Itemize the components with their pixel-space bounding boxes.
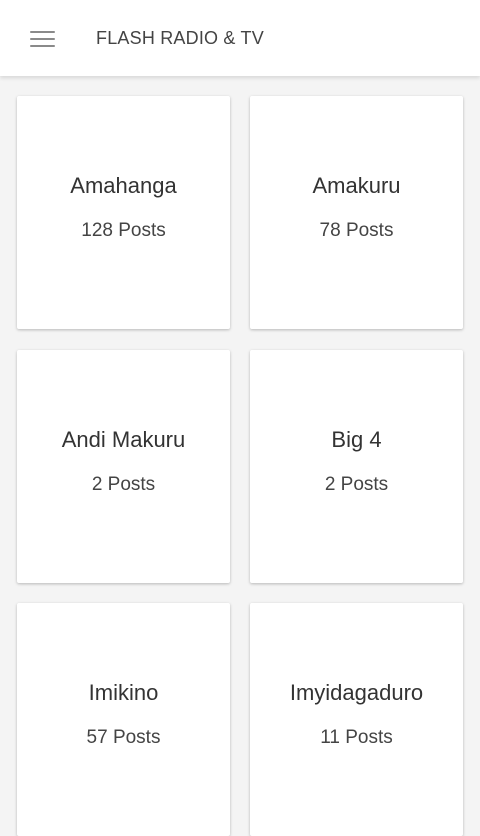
category-post-count: 11 Posts <box>320 727 393 748</box>
category-card-amakuru[interactable]: Amakuru 78 Posts <box>250 96 463 329</box>
category-card-big-4[interactable]: Big 4 2 Posts <box>250 350 463 583</box>
category-card-imikino[interactable]: Imikino 57 Posts <box>17 603 230 836</box>
category-name: Amahanga <box>70 173 177 198</box>
category-card-amahanga[interactable]: Amahanga 128 Posts <box>17 96 230 329</box>
category-post-count: 128 Posts <box>81 220 166 241</box>
category-post-count: 78 Posts <box>319 220 394 241</box>
app-bar: FLASH RADIO & TV <box>0 0 480 76</box>
category-name: Imyidagaduro <box>289 680 424 705</box>
menu-line <box>30 31 55 33</box>
menu-line <box>30 38 55 40</box>
category-post-count: 2 Posts <box>91 474 156 495</box>
category-post-count: 2 Posts <box>324 474 389 495</box>
category-name: Andi Makuru <box>61 427 186 452</box>
hamburger-menu-icon[interactable] <box>30 30 56 48</box>
app-title: FLASH RADIO & TV <box>96 28 264 48</box>
category-name: Amakuru <box>312 173 401 198</box>
category-name: Imikino <box>88 680 159 705</box>
category-post-count: 57 Posts <box>86 727 161 748</box>
menu-line <box>30 45 55 47</box>
category-card-andi-makuru[interactable]: Andi Makuru 2 Posts <box>17 350 230 583</box>
category-name: Big 4 <box>331 427 382 452</box>
category-grid: Amahanga 128 Posts Amakuru 78 Posts Andi… <box>0 0 480 836</box>
category-card-imyidagaduro[interactable]: Imyidagaduro 11 Posts <box>250 603 463 836</box>
